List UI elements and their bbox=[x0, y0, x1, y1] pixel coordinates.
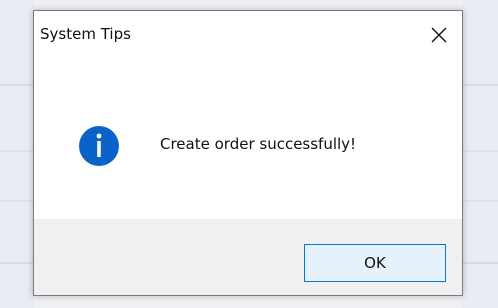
close-button[interactable] bbox=[416, 11, 462, 59]
dialog-footer: OK bbox=[34, 219, 462, 295]
info-icon bbox=[79, 126, 119, 166]
dialog-title-bar: System Tips bbox=[34, 11, 462, 59]
close-icon bbox=[431, 27, 447, 43]
system-tips-dialog: System Tips Create order successfully! O… bbox=[33, 10, 463, 296]
ok-button[interactable]: OK bbox=[304, 244, 446, 282]
dialog-title: System Tips bbox=[40, 25, 131, 43]
dialog-content: Create order successfully! bbox=[34, 59, 462, 219]
dialog-message: Create order successfully! bbox=[160, 135, 357, 153]
